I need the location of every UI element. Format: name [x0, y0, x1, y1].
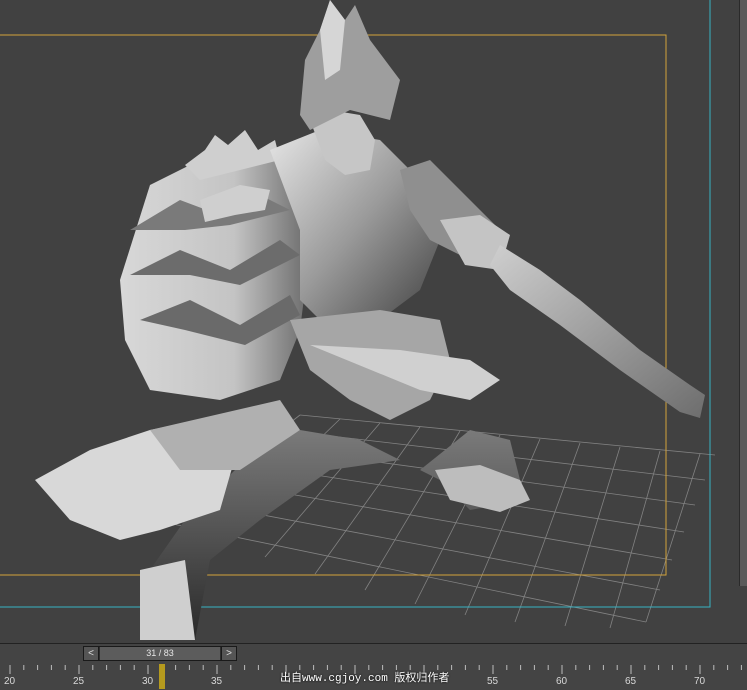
side-panel-edge — [739, 0, 747, 586]
ruler-tick-label: 20 — [4, 676, 16, 687]
watermark-text: 出自www.cgjoy.com 版权归作者 — [280, 673, 450, 685]
frame-counter[interactable]: 31 / 83 — [100, 647, 220, 660]
perspective-viewport[interactable] — [0, 0, 747, 643]
ruler-tick-label: 55 — [487, 676, 499, 687]
time-slider[interactable]: < 31 / 83 > — [83, 646, 237, 661]
ruler-tick-label: 25 — [73, 676, 85, 687]
viewport-canvas[interactable] — [0, 0, 747, 643]
ruler-tick-label: 70 — [694, 676, 706, 687]
ruler-tick-label: 65 — [625, 676, 637, 687]
playhead-marker[interactable] — [158, 664, 165, 689]
ruler-tick-label: 35 — [211, 676, 223, 687]
ruler-tick-label: 60 — [556, 676, 568, 687]
next-frame-button[interactable]: > — [221, 647, 236, 660]
ruler-tick-label: 30 — [142, 676, 154, 687]
character-model[interactable] — [35, 0, 705, 640]
previous-frame-button[interactable]: < — [84, 647, 99, 660]
